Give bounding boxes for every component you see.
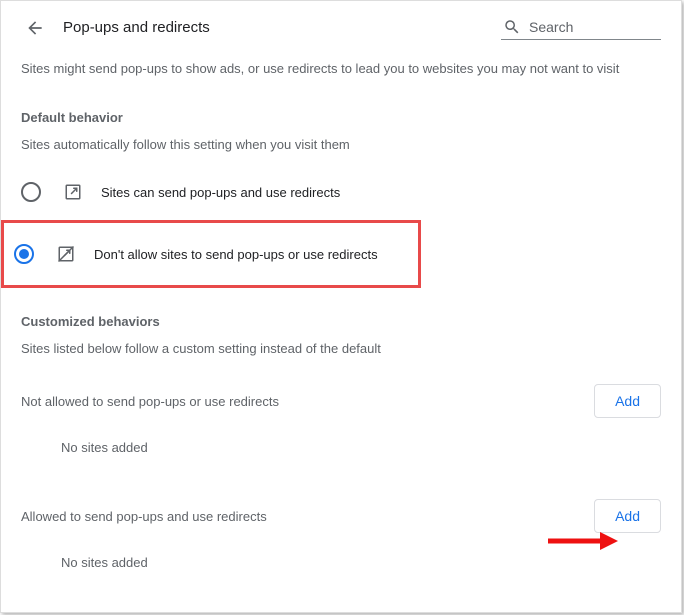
customized-subtitle: Sites listed below follow a custom setti… — [21, 341, 661, 356]
page-description: Sites might send pop-ups to show ads, or… — [21, 60, 661, 78]
radio-icon — [14, 244, 34, 264]
annotation-highlight-box: Don't allow sites to send pop-ups or use… — [1, 220, 421, 288]
page-title: Pop-ups and redirects — [63, 19, 501, 36]
back-arrow-icon[interactable] — [25, 18, 45, 38]
add-allowed-button[interactable]: Add — [594, 499, 661, 533]
default-behavior-title: Default behavior — [21, 110, 661, 125]
popup-block-icon — [56, 244, 76, 264]
radio-option-block[interactable]: Don't allow sites to send pop-ups or use… — [4, 223, 418, 285]
default-behavior-subtitle: Sites automatically follow this setting … — [21, 137, 661, 152]
radio-option-label: Sites can send pop-ups and use redirects — [101, 185, 340, 200]
add-not-allowed-button[interactable]: Add — [594, 384, 661, 418]
allowed-empty: No sites added — [21, 555, 661, 570]
customized-title: Customized behaviors — [21, 314, 661, 329]
not-allowed-empty: No sites added — [21, 440, 661, 455]
radio-option-label: Don't allow sites to send pop-ups or use… — [94, 247, 378, 262]
allowed-title: Allowed to send pop-ups and use redirect… — [21, 509, 267, 524]
search-icon — [503, 18, 521, 36]
radio-icon — [21, 182, 41, 202]
search-field[interactable] — [501, 15, 661, 40]
search-input[interactable] — [529, 19, 649, 35]
radio-option-allow[interactable]: Sites can send pop-ups and use redirects — [11, 168, 661, 216]
not-allowed-title: Not allowed to send pop-ups or use redir… — [21, 394, 279, 409]
popup-allow-icon — [63, 182, 83, 202]
